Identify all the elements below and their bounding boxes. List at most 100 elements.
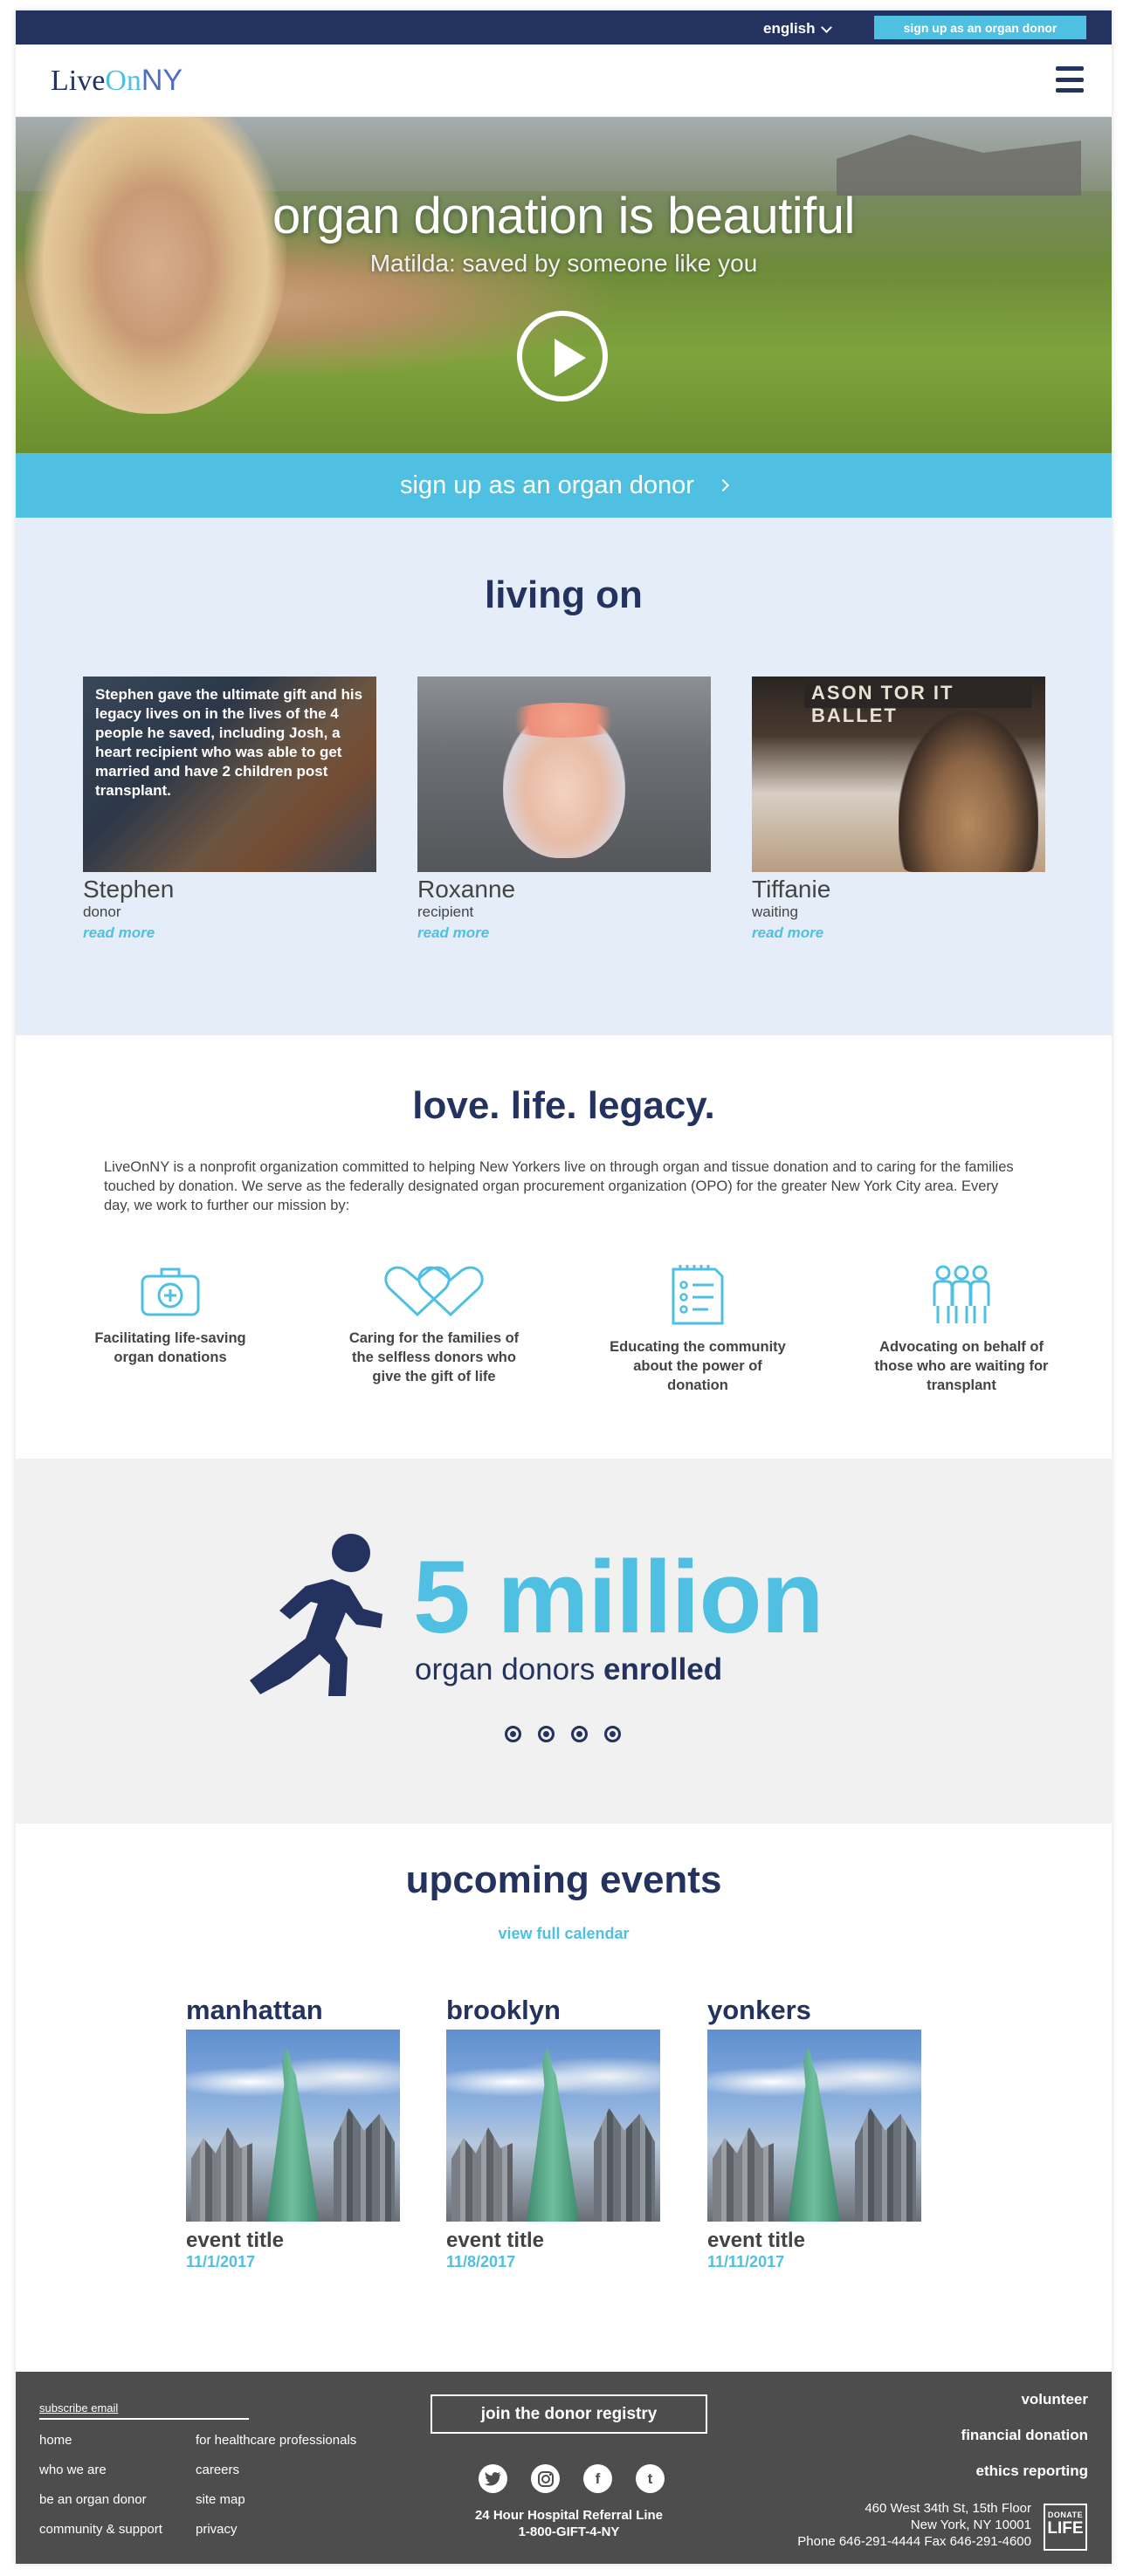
event-card-yonkers[interactable]: yonkers event title 11/11/2017: [707, 1995, 921, 2271]
play-video-icon[interactable]: [517, 311, 608, 402]
carousel-dot-3[interactable]: [571, 1726, 588, 1742]
pillar-educating: Educating the community about the power …: [602, 1264, 794, 1395]
mission-section: love. life. legacy. LiveOnNY is a nonpro…: [16, 1035, 1112, 1459]
top-bar: english sign up as an organ donor: [16, 10, 1112, 45]
top-signup-button[interactable]: sign up as an organ donor: [874, 16, 1086, 39]
events-title: upcoming events: [405, 1858, 722, 1901]
read-more-link[interactable]: read more: [83, 924, 376, 942]
event-date: 11/8/2017: [446, 2253, 516, 2270]
photo-sign-text: ASON TOR IT BALLET: [804, 682, 1031, 726]
carousel-dot-4[interactable]: [604, 1726, 621, 1742]
medical-kit-icon: [141, 1267, 200, 1316]
pillar-label: Caring for the families of the selfless …: [348, 1330, 520, 1384]
stat-caption-prefix: organ donors: [415, 1652, 596, 1686]
chevron-right-icon: [716, 478, 730, 492]
story-role: recipient: [417, 903, 474, 920]
address-line-3: Phone 646-291-4444 Fax 646-291-4600: [797, 2534, 1031, 2549]
event-date: 11/1/2017: [186, 2253, 256, 2270]
event-title[interactable]: event title: [446, 2229, 660, 2253]
badge-top-text: DONATE: [1047, 2511, 1084, 2519]
story-quote: Stephen gave the ultimate gift and his l…: [95, 686, 363, 799]
address-line-2: New York, NY 10001: [910, 2518, 1031, 2532]
tumblr-icon[interactable]: t: [636, 2464, 665, 2493]
story-role: donor: [83, 903, 121, 920]
instagram-icon[interactable]: [531, 2464, 560, 2493]
story-card-tiffanie[interactable]: ASON TOR IT BALLET Tiffanie waiting read…: [752, 677, 1045, 942]
site-header: LiveOnNY: [16, 45, 1112, 117]
stat-caption: organ donors enrolled: [415, 1652, 722, 1687]
stats-section: 5 million organ donors enrolled: [16, 1459, 1112, 1824]
story-card-roxanne[interactable]: Roxanne recipient read more: [417, 677, 711, 942]
referral-label: 24 Hour Hospital Referral Line: [474, 2508, 664, 2523]
social-links: f t: [479, 2464, 665, 2493]
footer-link-careers[interactable]: careers: [196, 2463, 239, 2477]
pillar-facilitating: Facilitating life-saving organ donations: [74, 1264, 266, 1367]
page: english sign up as an organ donor LiveOn…: [16, 10, 1112, 2564]
pillar-label: Facilitating life-saving organ donations: [94, 1330, 246, 1365]
carousel-dot-1[interactable]: [505, 1726, 521, 1742]
story-photo[interactable]: ASON TOR IT BALLET: [752, 677, 1045, 872]
carousel-dot-2[interactable]: [538, 1726, 555, 1742]
subscribe-email-field[interactable]: subscribe email: [39, 2401, 249, 2420]
footer-link-financial-donation[interactable]: financial donation: [961, 2427, 1088, 2444]
living-on-title: living on: [485, 574, 643, 616]
hero-title: organ donation is beautiful: [272, 188, 855, 244]
footer-link-site-map[interactable]: site map: [196, 2492, 245, 2507]
carousel-dots: [505, 1726, 621, 1742]
donate-life-badge[interactable]: DONATE LIFE: [1044, 2504, 1087, 2551]
stat-caption-bold: enrolled: [603, 1652, 723, 1686]
story-photo[interactable]: Stephen gave the ultimate gift and his l…: [83, 677, 376, 872]
hearts-icon: [384, 1266, 484, 1317]
pillar-label: Educating the community about the power …: [610, 1339, 786, 1393]
logo-on: On: [105, 65, 141, 97]
footer-link-privacy[interactable]: privacy: [196, 2522, 238, 2537]
signup-band-button[interactable]: sign up as an organ donor: [16, 453, 1112, 518]
liveonny-logo[interactable]: LiveOnNY: [51, 64, 183, 98]
address-line-1: 460 West 34th St, 15th Floor: [865, 2501, 1031, 2516]
events-section: upcoming events view full calendar manha…: [16, 1824, 1112, 2372]
story-photo[interactable]: [417, 677, 711, 872]
footer-link-volunteer[interactable]: volunteer: [1021, 2391, 1088, 2408]
footer-link-healthcare[interactable]: for healthcare professionals: [196, 2433, 356, 2448]
mission-title: love. life. legacy.: [412, 1084, 715, 1127]
footer-link-ethics-reporting[interactable]: ethics reporting: [976, 2463, 1088, 2480]
signup-band-label: sign up as an organ donor: [400, 471, 694, 499]
story-name: Tiffanie: [752, 876, 831, 903]
badge-bottom-text: LIFE: [1047, 2519, 1084, 2538]
twitter-icon[interactable]: [479, 2464, 507, 2493]
story-name: Stephen: [83, 876, 175, 903]
event-title[interactable]: event title: [707, 2229, 921, 2253]
pillar-caring: Caring for the families of the selfless …: [338, 1264, 530, 1386]
read-more-link[interactable]: read more: [752, 924, 1045, 942]
hero-banner: organ donation is beautiful Matilda: sav…: [16, 117, 1112, 453]
hamburger-menu-icon[interactable]: [1056, 66, 1084, 93]
facebook-icon[interactable]: f: [583, 2464, 612, 2493]
chevron-down-icon: [820, 21, 832, 33]
story-card-stephen[interactable]: Stephen gave the ultimate gift and his l…: [83, 677, 376, 942]
event-city: brooklyn: [446, 1995, 561, 2025]
event-image[interactable]: [446, 2030, 660, 2222]
footer-link-home[interactable]: home: [39, 2433, 72, 2448]
event-image[interactable]: [186, 2030, 400, 2222]
footer-address: 460 West 34th St, 15th Floor New York, N…: [797, 2500, 1031, 2550]
join-registry-button[interactable]: join the donor registry: [431, 2394, 707, 2434]
language-selector[interactable]: english: [763, 20, 832, 38]
footer-link-who-we-are[interactable]: who we are: [39, 2463, 107, 2477]
event-title[interactable]: event title: [186, 2229, 400, 2253]
pillar-label: Advocating on behalf of those who are wa…: [874, 1339, 1049, 1393]
referral-phone[interactable]: 1-800-GIFT-4-NY: [431, 2524, 707, 2540]
event-card-manhattan[interactable]: manhattan event title 11/1/2017: [186, 1995, 400, 2271]
mission-text: LiveOnNY is a nonprofit organization com…: [104, 1159, 1014, 1213]
runner-icon: [250, 1534, 382, 1696]
event-card-brooklyn[interactable]: brooklyn event title 11/8/2017: [446, 1995, 660, 2271]
story-name: Roxanne: [417, 876, 516, 903]
read-more-link[interactable]: read more: [417, 924, 711, 942]
story-role: waiting: [752, 903, 798, 920]
event-image[interactable]: [707, 2030, 921, 2222]
living-on-section: living on Stephen gave the ultimate gift…: [16, 518, 1112, 1035]
view-calendar-link[interactable]: view full calendar: [16, 1925, 1112, 1943]
checklist-icon: [672, 1265, 724, 1325]
footer-link-be-a-donor[interactable]: be an organ donor: [39, 2492, 147, 2507]
event-city: yonkers: [707, 1995, 811, 2025]
footer-link-community[interactable]: community & support: [39, 2522, 162, 2537]
